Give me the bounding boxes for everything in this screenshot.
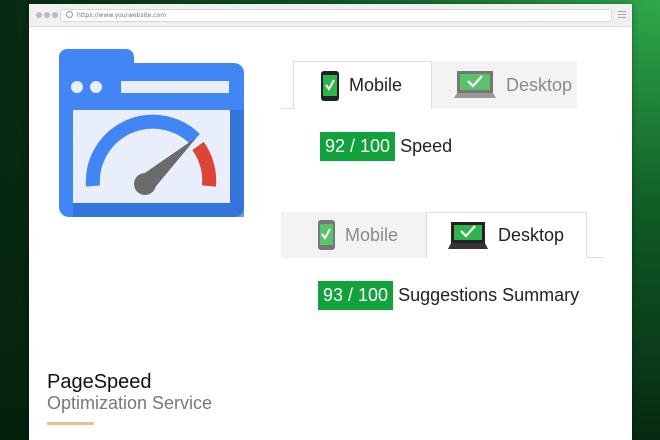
browser-window: https://www.yourwebsite.com Mobile Deskt…: [29, 4, 632, 440]
window-dot-icon[interactable]: [52, 12, 58, 18]
tab-label: Mobile: [345, 224, 399, 245]
tab-label: Mobile: [349, 75, 403, 95]
browser-toolbar: https://www.yourwebsite.com: [29, 4, 632, 27]
score-badge: 92 / 100: [320, 132, 396, 161]
desktop-monitor-check-icon: [448, 221, 488, 250]
address-bar[interactable]: https://www.yourwebsite.com: [60, 9, 612, 22]
suggestions-score-row: 93 / 100 Suggestions Summary: [318, 281, 579, 310]
title-underline: [47, 422, 94, 425]
menu-icon[interactable]: [618, 11, 626, 18]
url-text: https://www.yourwebsite.com: [77, 12, 167, 19]
score-badge: 93 / 100: [318, 281, 394, 310]
page-subtitle: Optimization Service: [47, 393, 213, 413]
pagespeed-logo: [59, 49, 244, 217]
tab-label: Desktop: [506, 74, 573, 95]
tab-mobile[interactable]: Mobile: [293, 61, 432, 109]
mobile-phone-check-icon: [318, 220, 335, 250]
device-tabs-bottom: Mobile Desktop: [281, 212, 611, 258]
score-label: Suggestions Summary: [398, 285, 580, 305]
score-label: Speed: [400, 136, 453, 156]
window-dot-icon[interactable]: [36, 12, 42, 18]
mobile-phone-check-icon: [321, 70, 339, 101]
speed-score-row: 92 / 100 Speed: [320, 132, 452, 161]
info-icon: [66, 11, 73, 18]
device-tabs-top: Mobile Desktop: [281, 61, 611, 109]
tab-mobile[interactable]: Mobile: [281, 212, 426, 258]
tab-label: Desktop: [498, 225, 565, 245]
window-dot-icon[interactable]: [44, 12, 50, 18]
desktop-monitor-check-icon: [454, 70, 496, 100]
tab-desktop[interactable]: Desktop: [426, 212, 587, 258]
tab-desktop[interactable]: Desktop: [432, 61, 577, 109]
dot-icon: [71, 81, 83, 93]
page-title: PageSpeed: [47, 371, 152, 393]
dot-icon: [90, 81, 102, 93]
address-bar-shape: [121, 81, 229, 93]
